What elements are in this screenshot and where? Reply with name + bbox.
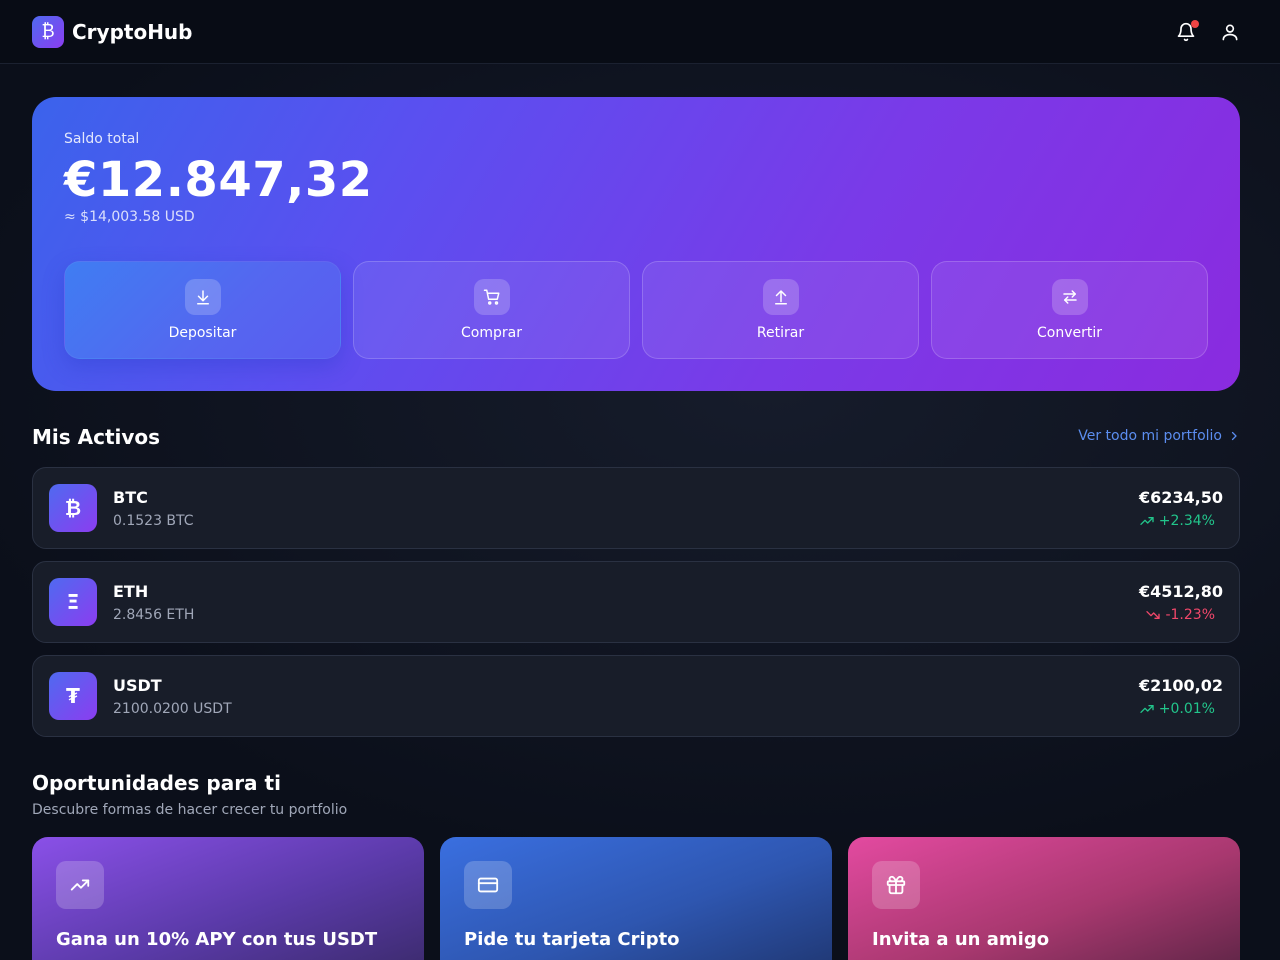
asset-amount: 2100.0200 USDT <box>113 700 232 717</box>
asset-amount: 2.8456 ETH <box>113 606 195 623</box>
balance-amount: €12.847,32 <box>64 152 373 208</box>
cart-icon <box>473 279 510 315</box>
see-all-label: Ver todo mi portfolio <box>1078 428 1222 444</box>
notification-dot <box>1191 19 1199 28</box>
tether-icon: ₮ <box>49 672 97 720</box>
top-header: ₿ CryptoHub <box>0 0 1280 64</box>
asset-change: -1.23% <box>1139 607 1223 623</box>
bell-icon[interactable] <box>1176 19 1199 42</box>
swap-icon <box>1051 279 1088 315</box>
chevron-right-icon <box>1231 431 1237 441</box>
asset-change-value: -1.23% <box>1165 606 1215 623</box>
opportunity-title: Gana un 10% APY con tus USDT <box>56 929 378 950</box>
opportunities-title: Oportunidades para ti <box>32 771 281 795</box>
brand-name: CryptoHub <box>72 19 193 44</box>
asset-row-btc[interactable]: ₿ BTC 0.1523 BTC €6234,50 +2.34% <box>32 467 1240 549</box>
brand[interactable]: ₿ CryptoHub <box>32 15 193 48</box>
opportunity-card-card[interactable]: Pide tu tarjeta Cripto <box>440 837 832 960</box>
asset-value-block: €4512,80 -1.23% <box>1139 582 1223 623</box>
deposit-label: Depositar <box>168 325 237 341</box>
balance-label: Saldo total <box>64 131 140 147</box>
convert-button[interactable]: Convertir <box>931 261 1208 359</box>
see-all-portfolio-link[interactable]: Ver todo mi portfolio <box>1078 428 1240 444</box>
deposit-button[interactable]: Depositar <box>64 261 341 359</box>
asset-change-value: +2.34% <box>1158 512 1215 529</box>
bitcoin-logo-icon: ₿ <box>32 15 64 48</box>
trend-down-icon <box>1146 610 1161 619</box>
trending-up-icon <box>56 861 104 909</box>
trend-up-icon <box>1140 516 1154 525</box>
asset-value: €6234,50 <box>1138 487 1223 507</box>
buy-label: Comprar <box>461 325 522 341</box>
asset-change: +0.01% <box>1139 701 1223 717</box>
asset-row-usdt[interactable]: ₮ USDT 2100.0200 USDT €2100,02 +0.01% <box>32 655 1240 737</box>
asset-value-block: €2100,02 +0.01% <box>1139 676 1223 717</box>
asset-info: USDT 2100.0200 USDT <box>113 676 232 717</box>
ethereum-icon: Ξ <box>49 578 97 626</box>
asset-value: €2100,02 <box>1138 675 1223 695</box>
balance-card: Saldo total €12.847,32 ≈ $14,003.58 USD … <box>32 97 1240 391</box>
opportunities-subtitle: Descubre formas de hacer crecer tu portf… <box>32 802 348 818</box>
user-icon[interactable] <box>1220 22 1240 42</box>
buy-button[interactable]: Comprar <box>353 261 630 359</box>
asset-symbol: ETH <box>113 581 149 601</box>
download-icon <box>184 279 221 315</box>
balance-usd: ≈ $14,003.58 USD <box>64 209 195 225</box>
credit-card-icon <box>464 861 512 909</box>
opportunity-title: Pide tu tarjeta Cripto <box>464 929 680 950</box>
asset-amount: 0.1523 BTC <box>113 512 194 529</box>
bitcoin-icon: ₿ <box>49 484 97 532</box>
header-actions <box>1176 19 1240 42</box>
asset-value-block: €6234,50 +2.34% <box>1139 488 1223 529</box>
asset-change: +2.34% <box>1139 513 1223 529</box>
asset-row-eth[interactable]: Ξ ETH 2.8456 ETH €4512,80 -1.23% <box>32 561 1240 643</box>
gift-icon <box>872 861 920 909</box>
asset-symbol: USDT <box>113 675 162 695</box>
asset-info: BTC 0.1523 BTC <box>113 488 194 529</box>
asset-info: ETH 2.8456 ETH <box>113 582 194 623</box>
asset-value: €4512,80 <box>1138 581 1223 601</box>
opportunity-title: Invita a un amigo <box>872 929 1050 950</box>
opportunity-card-invite[interactable]: Invita a un amigo <box>848 837 1240 960</box>
withdraw-label: Retirar <box>756 325 805 341</box>
assets-title: Mis Activos <box>32 425 161 449</box>
asset-symbol: BTC <box>113 487 148 507</box>
trend-up-icon <box>1140 704 1154 713</box>
opportunity-card-apy[interactable]: Gana un 10% APY con tus USDT <box>32 837 424 960</box>
asset-change-value: +0.01% <box>1158 700 1215 717</box>
withdraw-button[interactable]: Retirar <box>642 261 919 359</box>
upload-icon <box>762 279 799 315</box>
action-buttons: Depositar Comprar Retirar Convertir <box>64 261 1208 359</box>
convert-label: Convertir <box>1036 325 1102 341</box>
